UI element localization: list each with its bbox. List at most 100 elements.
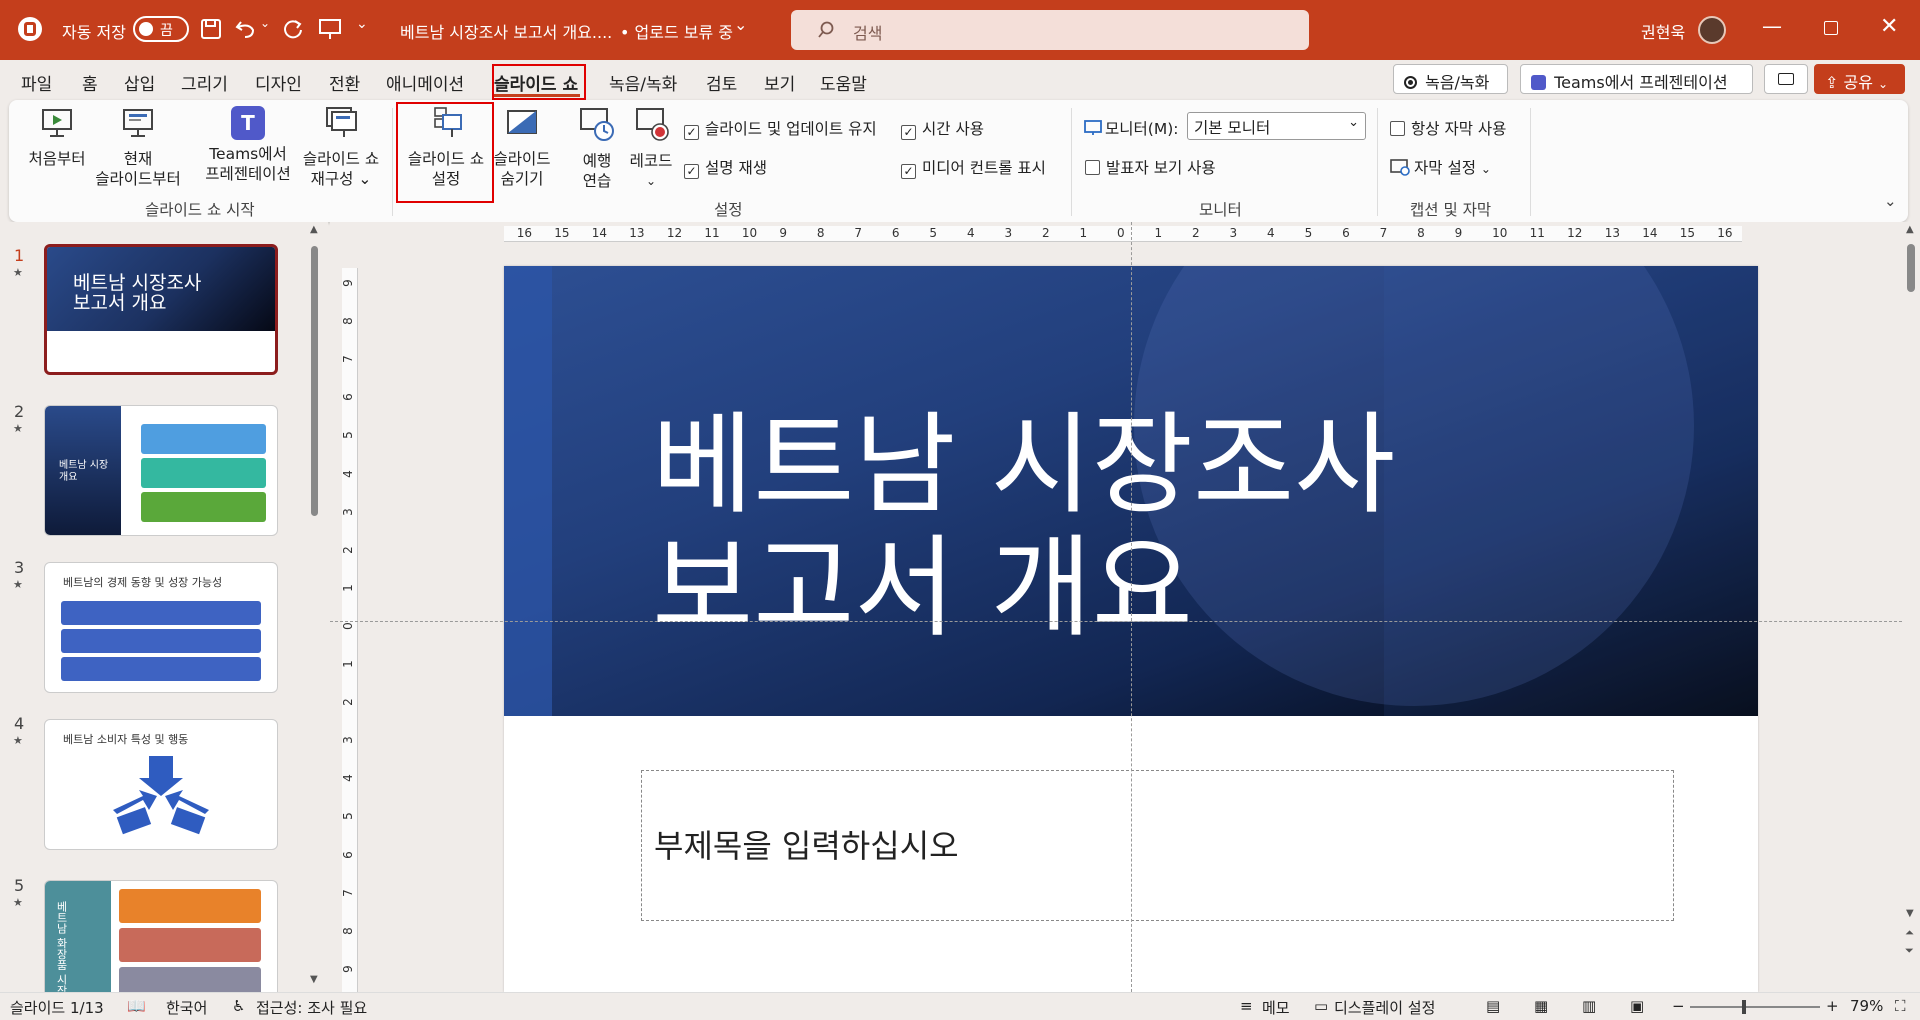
ruler-tick-label: 4 (1267, 226, 1275, 240)
scroll-up-icon[interactable]: ▲ (1906, 224, 1914, 235)
ruler-tick-label: 7 (340, 355, 355, 364)
ruler-tick-label: 8 (1417, 226, 1425, 240)
ribbon-collapse-icon[interactable]: ⌄ (1884, 192, 1897, 210)
slide-thumbnail-2[interactable]: 베트남 시장 개요 (44, 405, 278, 536)
scroll-thumb[interactable] (311, 246, 318, 516)
ruler-tick-label: 3 (1004, 226, 1013, 240)
normal-view-icon[interactable]: ▤ (1486, 997, 1500, 1015)
tab-animations[interactable]: 애니메이션 (386, 70, 464, 95)
close-icon[interactable]: ✕ (1880, 14, 1898, 39)
use-timings-checkbox[interactable]: ✓ 시간 사용 (901, 117, 984, 140)
slide-thumbnail-3[interactable]: 베트남의 경제 동향 및 성장 가능성 (44, 562, 278, 693)
thumbnail-scrollbar[interactable]: ▲ ▼ (308, 222, 322, 992)
teams-present-label-2: 프레젠테이션 (205, 165, 291, 183)
tab-view[interactable]: 보기 (764, 70, 795, 95)
upload-status-chevron-icon[interactable]: ⌄ (734, 15, 747, 34)
record-button[interactable]: 녹음/녹화 (1393, 64, 1508, 94)
upload-status[interactable]: • 업로드 보류 중 (620, 19, 733, 43)
slide-title[interactable]: 베트남 시장조사 보고서 개요 (652, 404, 1395, 650)
teams-icon: T (231, 106, 265, 140)
teams-present-label: Teams에서 프레젠테이션 (1554, 73, 1728, 92)
tab-home[interactable]: 홈 (82, 70, 98, 95)
customize-qat-icon[interactable]: ⌄ (356, 16, 368, 32)
from-current-button[interactable]: 현재 슬라이드부터 (93, 106, 183, 189)
monitor-select[interactable]: 기본 모니터 ⌄ (1187, 112, 1366, 140)
ruler-tick-label: 11 (1529, 226, 1545, 240)
chevron-down-icon: ⌄ (1348, 115, 1359, 130)
scroll-thumb[interactable] (1907, 244, 1915, 292)
status-bar: 슬라이드 1/13 📖 한국어 ♿ 접근성: 조사 필요 ≡ 메모 ▭ 디스플레… (0, 992, 1920, 1020)
scroll-down-icon[interactable]: ▼ (1906, 908, 1914, 919)
zoom-in-icon[interactable]: + (1826, 997, 1839, 1015)
reading-view-icon[interactable]: ▥ (1582, 997, 1596, 1015)
minimize-icon[interactable]: — (1762, 14, 1782, 38)
restore-icon[interactable] (1824, 21, 1838, 35)
slide-sorter-icon[interactable]: ▦ (1534, 997, 1548, 1015)
notes-icon[interactable]: ≡ (1240, 997, 1253, 1015)
left-accent-bar (504, 266, 552, 716)
avatar[interactable] (1698, 16, 1726, 44)
presenter-view-checkbox[interactable]: 발표자 보기 사용 (1085, 156, 1216, 178)
ruler-tick-label: 9 (340, 965, 355, 973)
tab-insert[interactable]: 삽입 (124, 70, 155, 95)
scroll-up-icon[interactable]: ▲ (310, 224, 318, 235)
save-icon[interactable] (200, 18, 222, 40)
slide-thumbnail-1[interactable]: 베트남 시장조사 보고서 개요 (44, 244, 278, 375)
search-box[interactable]: 검색 (791, 10, 1309, 50)
record-ribbon-button[interactable]: 레코드 ⌄ (623, 106, 679, 191)
from-beginning-button[interactable]: 처음부터 (22, 106, 92, 169)
media-controls-checkbox[interactable]: ✓ 미디어 컨트롤 표시 (901, 156, 1046, 179)
subtitle-settings-button[interactable]: 자막 설정 ⌄ (1390, 156, 1491, 178)
tab-transitions[interactable]: 전환 (329, 70, 360, 95)
teams-present-button[interactable]: Teams에서 프레젠테이션 (1520, 64, 1753, 94)
display-settings-icon[interactable]: ▭ (1314, 997, 1328, 1015)
editor-scrollbar[interactable]: ▲ ▼ ⏶ ⏷ (1902, 222, 1920, 992)
zoom-level[interactable]: 79% (1850, 997, 1883, 1015)
comments-button[interactable] (1764, 64, 1808, 94)
zoom-out-icon[interactable]: − (1672, 997, 1685, 1015)
tab-draw[interactable]: 그리기 (181, 70, 228, 95)
tab-help[interactable]: 도움말 (820, 70, 867, 95)
present-icon[interactable] (318, 17, 342, 41)
fit-to-window-icon[interactable]: ⛶ (1895, 997, 1906, 1015)
ruler-tick-label: 4 (340, 469, 355, 478)
display-settings-button[interactable]: 디스플레이 설정 (1334, 997, 1435, 1018)
spell-check-icon[interactable]: 📖 (127, 997, 146, 1015)
slideshow-view-icon[interactable]: ▣ (1630, 997, 1644, 1015)
hide-slide-button[interactable]: 슬라이드 숨기기 (484, 106, 560, 189)
share-button[interactable]: ⇪ 공유 ⌄ (1814, 64, 1905, 94)
ruler-tick-label: 2 (1192, 226, 1200, 240)
always-subtitles-checkbox[interactable]: 항상 자막 사용 (1390, 117, 1506, 139)
keep-updated-checkbox[interactable]: ✓ 슬라이드 및 업데이트 유지 (684, 117, 877, 140)
scroll-down-icon[interactable]: ▼ (310, 974, 318, 985)
previous-slide-icon[interactable]: ⏶ (1905, 926, 1914, 940)
language-status[interactable]: 한국어 (166, 997, 207, 1018)
next-slide-icon[interactable]: ⏷ (1905, 944, 1914, 958)
notes-button[interactable]: 메모 (1262, 997, 1290, 1018)
zoom-slider-thumb[interactable] (1742, 1000, 1746, 1014)
teams-present-ribbon-button[interactable]: T Teams에서 프레젠테이션 (200, 106, 296, 184)
user-name[interactable]: 권현욱 (1641, 19, 1685, 43)
subtitle-placeholder-box[interactable]: 부제목을 입력하십시오 (641, 770, 1674, 921)
tab-review[interactable]: 검토 (706, 70, 737, 95)
tab-file[interactable]: 파일 (21, 70, 52, 95)
accessibility-icon[interactable]: ♿ (232, 997, 245, 1015)
autosave-label: 자동 저장 (62, 23, 126, 42)
record-ribbon-label: 레코드 (629, 152, 673, 170)
play-narration-checkbox[interactable]: ✓ 설명 재생 (684, 156, 767, 179)
document-title[interactable]: 베트남 시장조사 보고서 개요.... (400, 19, 612, 43)
slide-thumbnail-5[interactable]: 베트남 화장품 시장 (44, 880, 278, 992)
tab-design[interactable]: 디자인 (255, 70, 302, 95)
redo-icon[interactable] (282, 18, 304, 40)
zoom-slider[interactable] (1690, 1000, 1820, 1014)
accessibility-status[interactable]: 접근성: 조사 필요 (256, 997, 367, 1018)
slide-thumbnail-4[interactable]: 베트남 소비자 특성 및 행동 (44, 719, 278, 850)
rehearse-button[interactable]: 예행 연습 (572, 106, 622, 191)
ruler-tick-label: 5 (1304, 226, 1313, 240)
tab-record[interactable]: 녹음/녹화 (609, 70, 677, 95)
undo-dropdown-icon[interactable]: ⌄ (260, 16, 270, 30)
custom-show-button[interactable]: 슬라이드 쇼 재구성 ⌄ (296, 106, 386, 189)
ribbon-separator (392, 108, 393, 216)
autosave-toggle[interactable]: 끔 (133, 16, 189, 42)
undo-icon[interactable] (235, 18, 257, 40)
